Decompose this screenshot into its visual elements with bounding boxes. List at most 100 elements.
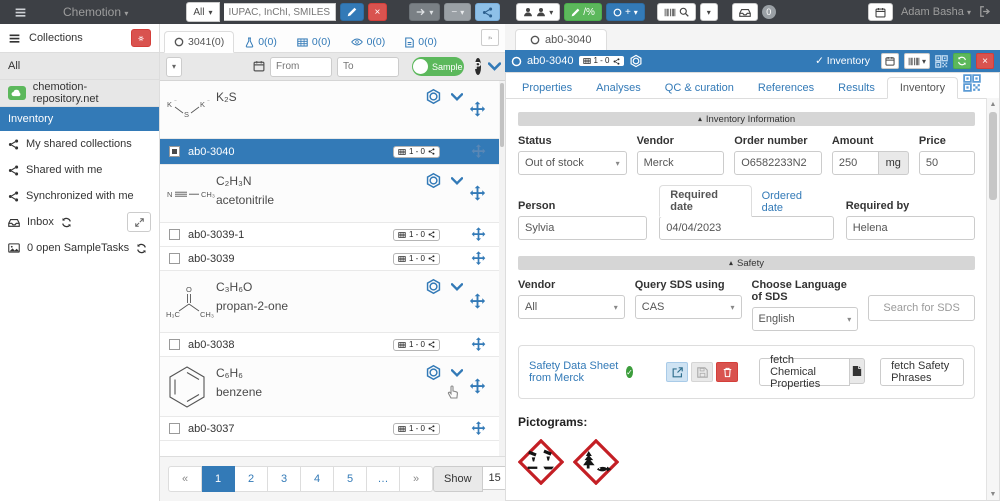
chevron-down-icon[interactable] xyxy=(451,93,463,101)
molecule-ring-icon[interactable] xyxy=(425,278,442,295)
page-5[interactable]: 5 xyxy=(334,466,367,492)
expand-filter-button[interactable] xyxy=(488,58,501,76)
date-filter-icon[interactable] xyxy=(253,58,265,76)
row-checkbox[interactable] xyxy=(169,253,180,264)
move-icon[interactable] xyxy=(468,100,487,119)
tab-results[interactable]: Results xyxy=(826,78,887,98)
row-checkbox[interactable] xyxy=(169,339,180,350)
sample-row-ab0-3039-1[interactable]: ab0-3039-1 1 - 0 xyxy=(160,223,505,247)
sidebar-item-inbox[interactable]: Inbox xyxy=(0,209,159,235)
manage-collections-button[interactable] xyxy=(131,29,151,47)
page-next[interactable]: » xyxy=(400,466,433,492)
price-input[interactable] xyxy=(919,151,975,175)
scroll-down-arrow[interactable]: ▼ xyxy=(987,488,999,500)
date-to-input[interactable] xyxy=(337,57,399,77)
molecule-ring-icon[interactable] xyxy=(425,88,442,105)
sidebar-item-my-shared-collections[interactable]: My shared collections xyxy=(0,131,159,157)
molecule-row-acetonitrile[interactable]: N CH₃ C₂H₃N acetonitrile xyxy=(160,165,505,223)
filter-dropdown[interactable]: ▾ xyxy=(166,57,182,77)
scroll-thumb[interactable] xyxy=(989,112,997,200)
scanner-search-button[interactable] xyxy=(657,3,696,21)
tab-inventory[interactable]: Inventory xyxy=(887,77,958,99)
tab-wellplates[interactable]: 0(0) xyxy=(288,32,340,52)
barcode-print-button[interactable]: ▾ xyxy=(904,53,930,69)
tab-ordered-date[interactable]: Ordered date xyxy=(752,187,834,217)
move-icon[interactable] xyxy=(470,250,487,267)
amount-input[interactable] xyxy=(832,151,879,175)
close-detail-button[interactable]: × xyxy=(976,53,994,69)
order-number-input[interactable] xyxy=(734,151,822,175)
user-menu[interactable]: Adam Basha ▾ xyxy=(901,6,971,18)
sample-toggle[interactable]: Sample xyxy=(412,57,464,76)
list-options-button[interactable] xyxy=(481,29,499,46)
sync-button[interactable] xyxy=(953,53,971,69)
page-3[interactable]: 3 xyxy=(268,466,301,492)
share-button[interactable] xyxy=(475,3,500,21)
scroll-thumb[interactable] xyxy=(500,83,504,147)
amount-unit-button[interactable]: mg xyxy=(879,151,909,175)
sample-row-ab0-3040[interactable]: ab0-3040 1 - 0 xyxy=(160,139,505,165)
search-input[interactable] xyxy=(224,3,336,21)
fetch-safety-phrases-button[interactable]: fetch Safety Phrases xyxy=(880,358,964,386)
move-icon[interactable] xyxy=(470,143,487,160)
detail-window-tab[interactable]: ab0-3040 xyxy=(515,29,607,50)
calendar-button[interactable] xyxy=(881,53,899,69)
move-icon[interactable] xyxy=(468,377,487,396)
tab-references[interactable]: References xyxy=(746,78,826,98)
tab-reactions[interactable]: 0(0) xyxy=(236,32,286,52)
detail-scrollbar[interactable]: ▲ ▼ xyxy=(986,98,999,500)
move-icon[interactable] xyxy=(470,420,487,437)
date-from-input[interactable] xyxy=(270,57,332,77)
status-select[interactable]: Out of stock▾ xyxy=(518,151,627,175)
sidebar-item-shared-with-me[interactable]: Shared with me xyxy=(0,157,159,183)
brand-menu[interactable]: Chemotion ▾ xyxy=(63,5,128,19)
sds-language-select[interactable]: English▾ xyxy=(752,307,859,331)
molecule-ring-icon[interactable] xyxy=(425,172,442,189)
logout-button[interactable] xyxy=(979,3,992,21)
move-icon[interactable] xyxy=(470,226,487,243)
sidebar-toggle-button[interactable] xyxy=(8,3,33,22)
required-date-input[interactable] xyxy=(659,216,833,240)
row-checkbox[interactable] xyxy=(169,423,180,434)
caret-menu-button[interactable]: ▾ xyxy=(700,3,718,21)
tab-research-plans[interactable]: 0(0) xyxy=(396,32,446,52)
save-sds-button[interactable] xyxy=(691,362,713,382)
tab-samples[interactable]: 3041(0) xyxy=(164,31,234,53)
inbox-expand-button[interactable] xyxy=(127,212,151,232)
molecule-row-k2s[interactable]: K⁻ S K⁻ K₂S xyxy=(160,81,505,139)
chevron-down-icon[interactable] xyxy=(451,177,463,185)
row-checkbox[interactable] xyxy=(169,146,180,157)
tab-required-date[interactable]: Required date xyxy=(659,185,751,217)
structure-search-button[interactable] xyxy=(340,3,364,21)
sidebar-item-sample-tasks[interactable]: 0 open SampleTasks xyxy=(0,235,159,261)
sds-vendor-select[interactable]: All▾ xyxy=(518,295,625,319)
sidebar-item-synchronized-with-me[interactable]: Synchronized with me xyxy=(0,183,159,209)
fetch-chemical-properties-button[interactable]: fetch Chemical Properties xyxy=(759,358,850,386)
create-element-button[interactable]: + ▾ xyxy=(606,3,645,21)
move-icon[interactable] xyxy=(468,184,487,203)
clear-search-button[interactable]: × xyxy=(368,3,388,21)
export-button[interactable]: ▾ xyxy=(409,3,440,21)
sidebar-item-all[interactable]: All xyxy=(0,52,159,80)
remove-button[interactable]: −▾ xyxy=(444,3,471,21)
search-sds-button[interactable]: Search for SDS xyxy=(868,295,975,321)
show-button[interactable]: Show xyxy=(433,466,483,492)
page-ellipsis[interactable]: … xyxy=(367,466,400,492)
person-input[interactable] xyxy=(518,216,647,240)
page-prev[interactable]: « xyxy=(168,466,202,492)
scroll-up-arrow[interactable]: ▲ xyxy=(987,98,999,110)
product-filter-button[interactable]: P xyxy=(475,58,482,75)
qr-code-icon[interactable] xyxy=(935,55,948,68)
page-2[interactable]: 2 xyxy=(235,466,268,492)
required-by-input[interactable] xyxy=(846,216,975,240)
molecule-row-benzene[interactable]: C₆H₆ benzene xyxy=(160,357,505,417)
tab-qc-curation[interactable]: QC & curation xyxy=(653,78,746,98)
molecule-ring-icon[interactable] xyxy=(425,364,442,381)
refresh-icon[interactable] xyxy=(61,217,72,228)
chevron-down-icon[interactable] xyxy=(451,283,463,291)
molecule-row-propan-2-one[interactable]: O H₃C CH₃ C₃H₆O propan-2-one xyxy=(160,271,505,333)
file-icon-button[interactable] xyxy=(850,358,865,384)
tab-properties[interactable]: Properties xyxy=(510,78,584,98)
refresh-icon[interactable] xyxy=(136,243,147,254)
move-icon[interactable] xyxy=(468,292,487,311)
